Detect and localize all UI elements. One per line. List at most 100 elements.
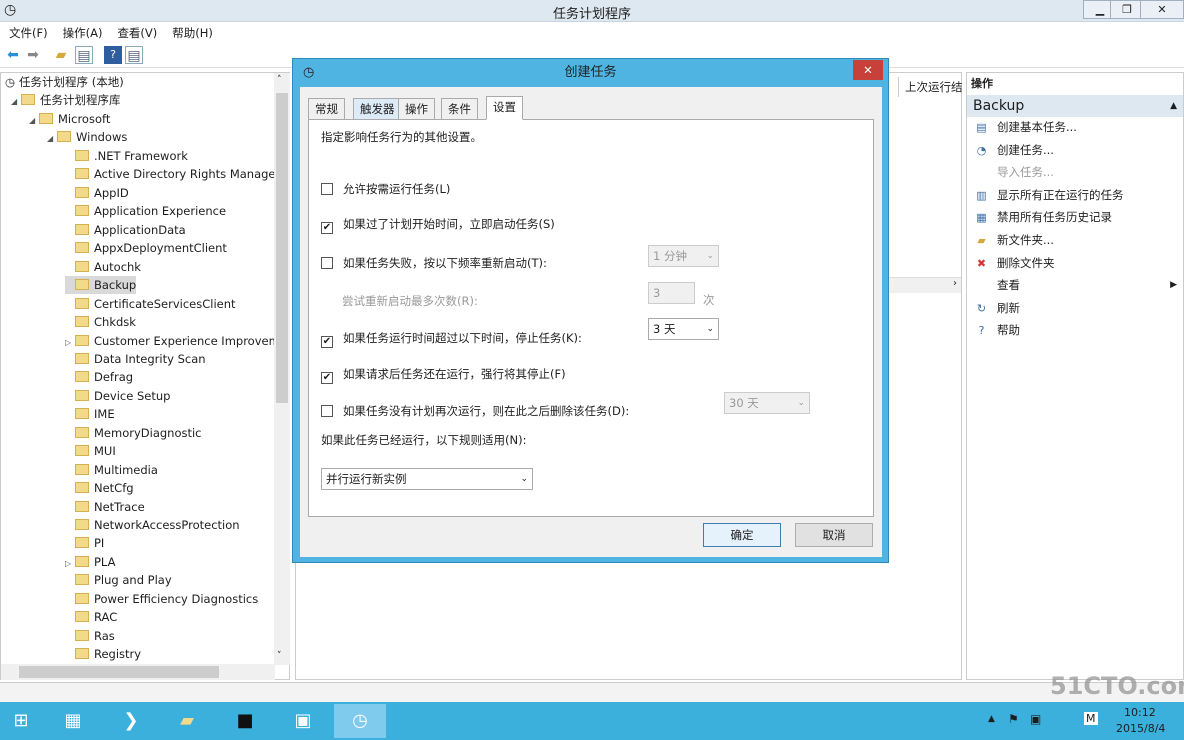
scroll-thumb[interactable] [19,666,219,678]
tab-conditions[interactable]: 条件 [441,98,478,119]
restart-interval-select[interactable]: 1 分钟 ⌄ [648,245,719,267]
tree-folder[interactable]: Data Integrity Scan [65,350,206,368]
forward-icon[interactable]: ➡ [24,46,42,64]
checkbox-checked[interactable]: ✔ [321,336,333,348]
running-rule-select[interactable]: 并行运行新实例 ⌄ [321,468,533,490]
collapsed-arrow-icon[interactable]: ▷ [65,555,75,573]
start-icon[interactable]: ⊞ [0,704,42,738]
ime-icon[interactable]: M [1084,712,1098,725]
scroll-thumb[interactable] [276,93,288,403]
action-item[interactable]: ↻ 刷新 [975,298,1177,318]
menu-action[interactable]: 操作(A) [63,25,103,41]
tree-windows[interactable]: ◢ Windows [47,128,127,146]
tree-folder[interactable]: RAC [65,608,117,626]
tree-root[interactable]: ◷ 任务计划程序 (本地) [5,73,124,91]
tree-folder[interactable]: Application Experience [65,202,226,220]
action-item[interactable]: ▥ 显示所有正在运行的任务 [975,185,1177,205]
tree-microsoft[interactable]: ◢ Microsoft [29,110,110,128]
tree-folder[interactable]: MUI [65,442,116,460]
action-item[interactable]: 查看 ▶ [975,275,1177,295]
delete-after-select[interactable]: 30 天 ⌄ [724,392,810,414]
tree-folder[interactable]: AppID [65,184,129,202]
tree-folder[interactable]: Active Directory Rights Managem [65,165,287,183]
action-item[interactable]: ▤ 创建基本任务... [975,117,1177,137]
action-item[interactable]: ✖ 删除文件夹 [975,253,1177,273]
menu-view[interactable]: 查看(V) [117,25,157,41]
expanded-arrow-icon[interactable]: ◢ [11,93,21,111]
show-hide-action-pane-icon[interactable]: ▤ [125,46,143,64]
task-scheduler-taskbar-icon[interactable]: ◷ [334,704,386,738]
clock-time[interactable]: 10:12 [1124,706,1156,719]
explorer-icon[interactable]: ▰ [166,704,208,738]
restore-button[interactable]: ❐ [1110,0,1144,19]
scroll-down-icon[interactable]: ˅ [277,651,282,661]
help-icon[interactable]: ? [104,46,122,64]
restart-attempts-input[interactable]: 3 [648,282,695,304]
checkbox-checked[interactable]: ✔ [321,222,333,234]
menu-file[interactable]: 文件(F) [9,25,48,41]
checkbox-checked[interactable]: ✔ [321,372,333,384]
tree-folder[interactable]: IME [65,405,115,423]
tree-folder[interactable]: NetCfg [65,479,134,497]
tree-folder[interactable]: Autochk [65,258,141,276]
show-hide-tree-icon[interactable]: ▤ [75,46,93,64]
tab-settings[interactable]: 设置 [486,96,523,120]
tree-folder[interactable]: Backup [65,276,137,295]
expanded-arrow-icon[interactable]: ◢ [47,130,57,148]
tree-folder[interactable]: PI [65,534,104,552]
stop-long-task-option[interactable]: ✔ 如果任务运行时间超过以下时间，停止任务(K): [321,330,582,348]
tree-folder[interactable]: Multimedia [65,461,158,479]
action-center-icon[interactable]: ⚑ [1008,712,1019,726]
actions-section-backup[interactable]: Backup ▲ [967,95,1183,117]
cancel-button[interactable]: 取消 [795,523,873,547]
action-item[interactable]: ▦ 禁用所有任务历史记录 [975,207,1177,227]
tree-folder[interactable]: Power Efficiency Diagnostics [65,590,258,608]
network-tray-icon[interactable]: ▣ [1030,712,1041,726]
back-icon[interactable]: ⬅ [4,46,22,64]
up-folder-icon[interactable]: ▰ [52,46,70,64]
tree-horizontal-scrollbar[interactable] [1,664,275,680]
scroll-right-icon[interactable]: › [953,278,957,289]
tree-folder[interactable]: AppxDeploymentClient [65,239,227,257]
powershell-icon[interactable]: ❯ [110,704,152,738]
tab-triggers[interactable]: 触发器 [353,98,402,119]
tree-folder[interactable]: Registry [65,645,141,663]
dialog-close-button[interactable]: ✕ [853,60,883,80]
tree-library[interactable]: ◢ 任务计划程序库 [11,91,121,109]
tree-folder[interactable]: .NET Framework [65,147,188,165]
expanded-arrow-icon[interactable]: ◢ [29,112,39,130]
collapsed-arrow-icon[interactable]: ▷ [65,334,75,352]
menu-help[interactable]: 帮助(H) [172,25,213,41]
checkbox[interactable] [321,257,333,269]
tree-folder[interactable]: Plug and Play [65,571,172,589]
tree-folder[interactable]: Ras [65,627,115,645]
tree-folder[interactable]: Device Setup [65,387,170,405]
action-item[interactable]: ▰ 新文件夹... [975,230,1177,250]
action-item[interactable]: 导入任务... [975,162,1177,182]
allow-demand-option[interactable]: 允许按需运行任务(L) [321,181,450,197]
tree-folder[interactable]: ▷ Customer Experience Improveme [65,332,287,350]
tree-vertical-scrollbar[interactable]: ˄ ˅ [274,73,290,665]
collapse-icon[interactable]: ▲ [1170,95,1177,117]
tab-actions[interactable]: 操作 [398,98,435,119]
cmd-icon[interactable]: ■ [224,704,266,738]
scroll-up-icon[interactable]: ˄ [277,75,282,85]
tree-folder[interactable]: Defrag [65,368,133,386]
tree-folder[interactable]: NetworkAccessProtection [65,516,240,534]
checkbox[interactable] [321,183,333,195]
run-missed-option[interactable]: ✔ 如果过了计划开始时间，立即启动任务(S) [321,216,555,234]
tree-folder[interactable]: CertificateServicesClient [65,295,236,313]
clock-date[interactable]: 2015/8/4 [1116,722,1165,735]
checkbox[interactable] [321,405,333,417]
action-item[interactable]: ◔ 创建任务... [975,140,1177,160]
show-hidden-icons[interactable]: ▲ [988,714,995,724]
ok-button[interactable]: 确定 [703,523,781,547]
tree-folder[interactable]: ▷ PLA [65,553,115,571]
network-icon[interactable]: ▣ [282,704,324,738]
delete-expired-option[interactable]: 如果任务没有计划再次运行，则在此之后删除该任务(D): [321,403,629,419]
tab-general[interactable]: 常规 [308,98,345,119]
stop-after-select[interactable]: 3 天 ⌄ [648,318,719,340]
restart-on-failure-option[interactable]: 如果任务失败，按以下频率重新启动(T): [321,255,547,271]
tree-folder[interactable]: MemoryDiagnostic [65,424,202,442]
tree-folder[interactable]: NetTrace [65,498,145,516]
